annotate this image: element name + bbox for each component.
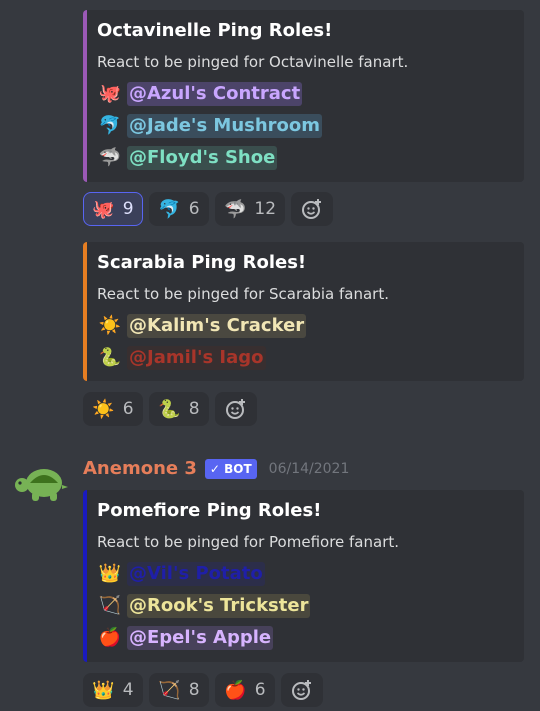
add-reaction-icon xyxy=(292,680,311,700)
reaction-bar: 🐙 9 🐬 6 🦈 12 xyxy=(83,192,334,226)
shark-icon: 🦈 xyxy=(224,198,247,220)
author-name[interactable]: Anemone 3 xyxy=(83,458,197,479)
dolphin-icon: 🐬 xyxy=(158,198,181,220)
bow-and-arrow-icon: 🏹 xyxy=(158,679,181,701)
role-mention-azul[interactable]: @Azul's Contract xyxy=(127,82,303,106)
role-mention-jade[interactable]: @Jade's Mushroom xyxy=(127,114,323,138)
embed-description: React to be pinged for Pomefiore fanart. xyxy=(97,533,400,551)
turtle-avatar-icon[interactable] xyxy=(14,461,70,505)
reaction-shark[interactable]: 🦈 12 xyxy=(215,192,286,226)
role-mention-vil[interactable]: @Vil's Potato xyxy=(127,562,265,586)
role-mention-kalim[interactable]: @Kalim's Cracker xyxy=(127,314,307,338)
snake-icon: 🐍 xyxy=(98,347,122,368)
octopus-icon: 🐙 xyxy=(98,83,122,104)
bow-and-arrow-icon: 🏹 xyxy=(98,595,122,616)
add-reaction-button[interactable] xyxy=(281,673,323,707)
reaction-apple[interactable]: 🍎 6 xyxy=(215,673,275,707)
reaction-count: 8 xyxy=(188,680,200,700)
reaction-count: 6 xyxy=(122,399,134,419)
reaction-crown[interactable]: 👑 4 xyxy=(83,673,143,707)
bot-tag: ✓ BOT xyxy=(204,458,257,479)
embed-title: Scarabia Ping Roles! xyxy=(97,252,307,273)
reaction-bar: 👑 4 🏹 8 🍎 6 xyxy=(83,673,323,707)
timestamp: 06/14/2021 xyxy=(268,460,350,477)
add-reaction-button[interactable] xyxy=(291,192,334,226)
reaction-count: 12 xyxy=(254,199,277,219)
reaction-count: 6 xyxy=(254,680,266,700)
role-mention-floyd[interactable]: @Floyd's Shoe xyxy=(127,146,278,170)
role-mention-epel[interactable]: @Epel's Apple xyxy=(127,626,274,650)
role-line: 🏹 @Rook's Trickster xyxy=(97,590,512,622)
octopus-icon: 🐙 xyxy=(92,198,115,220)
role-line: 🍎 @Epel's Apple xyxy=(97,622,512,654)
reaction-count: 4 xyxy=(122,680,134,700)
reaction-snake[interactable]: 🐍 8 xyxy=(149,392,209,426)
embed-octavinelle: Octavinelle Ping Roles! React to be ping… xyxy=(83,10,524,182)
embed-description: React to be pinged for Scarabia fanart. xyxy=(97,285,389,303)
reaction-count: 6 xyxy=(188,199,200,219)
embed-title: Octavinelle Ping Roles! xyxy=(97,20,333,41)
role-mention-rook[interactable]: @Rook's Trickster xyxy=(127,594,311,618)
crown-icon: 👑 xyxy=(92,679,115,701)
message-header: Anemone 3 ✓ BOT 06/14/2021 xyxy=(83,458,349,479)
embed-scarabia: Scarabia Ping Roles! React to be pinged … xyxy=(83,242,524,381)
sun-icon: ☀️ xyxy=(92,398,115,420)
reaction-count: 9 xyxy=(122,199,134,219)
role-line: ☀️ @Kalim's Cracker xyxy=(97,310,512,342)
role-line: 👑 @Vil's Potato xyxy=(97,558,512,590)
role-line: 🦈 @Floyd's Shoe xyxy=(97,142,512,174)
role-line: 🐍 @Jamil's Iago xyxy=(97,342,512,374)
reaction-sun[interactable]: ☀️ 6 xyxy=(83,392,143,426)
crown-icon: 👑 xyxy=(98,563,122,584)
reaction-bow[interactable]: 🏹 8 xyxy=(149,673,209,707)
role-mention-jamil[interactable]: @Jamil's Iago xyxy=(127,346,266,370)
embed-pomefiore: Pomefiore Ping Roles! React to be pinged… xyxy=(83,490,524,662)
reaction-octopus[interactable]: 🐙 9 xyxy=(83,192,143,226)
sun-icon: ☀️ xyxy=(98,315,122,336)
shark-icon: 🦈 xyxy=(98,147,122,168)
apple-icon: 🍎 xyxy=(224,679,247,701)
add-reaction-button[interactable] xyxy=(215,392,257,426)
reaction-bar: ☀️ 6 🐍 8 xyxy=(83,392,257,426)
embed-description: React to be pinged for Octavinelle fanar… xyxy=(97,53,409,71)
snake-icon: 🐍 xyxy=(158,398,181,420)
embed-title: Pomefiore Ping Roles! xyxy=(97,500,322,521)
dolphin-icon: 🐬 xyxy=(98,115,122,136)
add-reaction-icon xyxy=(302,199,322,219)
add-reaction-icon xyxy=(226,399,245,419)
role-line: 🐬 @Jade's Mushroom xyxy=(97,110,512,142)
role-line: 🐙 @Azul's Contract xyxy=(97,78,512,110)
apple-icon: 🍎 xyxy=(98,627,122,648)
reaction-count: 8 xyxy=(188,399,200,419)
reaction-dolphin[interactable]: 🐬 6 xyxy=(149,192,209,226)
